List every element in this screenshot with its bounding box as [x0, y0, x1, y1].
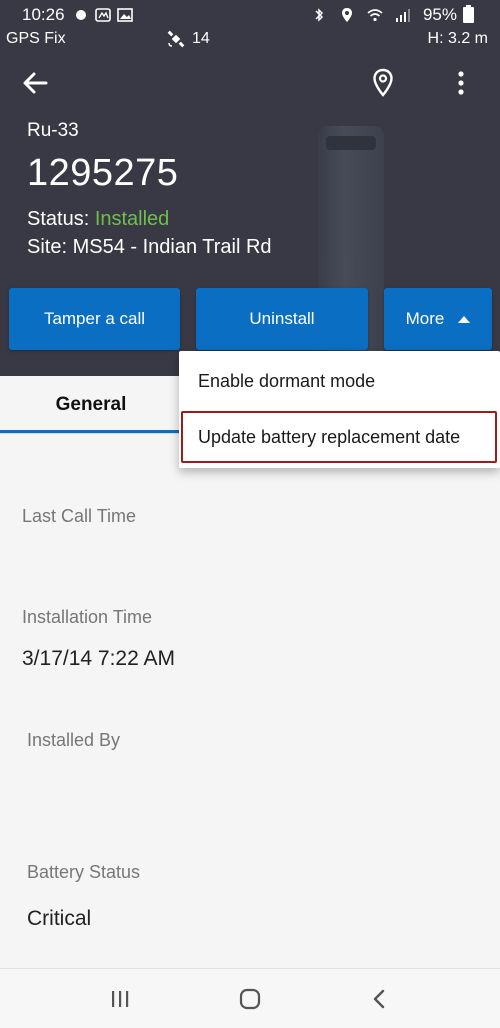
gps-fix-label: GPS Fix — [6, 30, 66, 47]
installation-time-value: 3/17/14 7:22 AM — [22, 647, 175, 670]
system-status-bar: 10:26 95% — [22, 4, 474, 26]
tamper-call-button[interactable]: Tamper a call — [9, 288, 180, 350]
tamper-call-label: Tamper a call — [43, 309, 146, 328]
menu-item-enable-dormant-mode[interactable]: Enable dormant mode — [179, 355, 500, 407]
recent-apps-icon[interactable] — [106, 985, 134, 1013]
battery-status-label: Battery Status — [27, 862, 141, 882]
menu-item-label: Enable dormant mode — [198, 370, 376, 391]
satellite-icon — [167, 30, 185, 48]
status-value: Installed — [94, 208, 170, 230]
map-pin-icon[interactable] — [370, 68, 396, 98]
clock: 10:26 — [22, 5, 65, 24]
satellite-count: 14 — [166, 29, 210, 49]
tab-general[interactable]: General — [0, 376, 182, 434]
gps-height: H: 3.2 m — [427, 30, 488, 47]
caret-up-icon — [458, 315, 471, 323]
uninstall-button[interactable]: Uninstall — [196, 288, 368, 350]
last-call-time-label: Last Call Time — [22, 506, 137, 526]
more-label: More — [405, 309, 445, 328]
more-dropdown-menu: Enable dormant mode Update battery repla… — [179, 351, 500, 468]
more-button[interactable]: More — [384, 288, 492, 350]
app-notification-icon — [94, 8, 111, 22]
signal-icon — [395, 9, 410, 22]
menu-item-update-battery-date[interactable]: Update battery replacement date — [179, 411, 500, 463]
satellite-count-value: 14 — [192, 30, 210, 47]
installed-by-label: Installed By — [27, 730, 121, 750]
location-icon — [341, 8, 352, 22]
notification-icon — [75, 10, 86, 20]
selection-highlight — [181, 411, 497, 463]
installation-time-label: Installation Time — [22, 607, 153, 627]
bluetooth-icon — [315, 8, 324, 22]
more-vert-icon[interactable] — [446, 68, 476, 98]
device-site: Site: MS54 - Indian Trail Rd — [27, 236, 272, 258]
home-icon[interactable] — [236, 985, 264, 1013]
status-icons-right: 95% — [311, 5, 474, 25]
status-label: Status: — [27, 208, 95, 230]
device-status: Status: Installed — [27, 208, 169, 231]
wifi-icon — [367, 9, 383, 22]
gps-info-bar: GPS Fix 14 H: 3.2 m — [6, 28, 488, 50]
battery-status-value: Critical — [27, 907, 92, 930]
battery-icon — [463, 5, 474, 23]
arrow-left-icon[interactable] — [20, 68, 50, 98]
back-nav-icon[interactable] — [366, 985, 394, 1013]
system-nav-bar — [0, 968, 500, 1028]
uninstall-label: Uninstall — [249, 309, 315, 328]
device-header: 10:26 95% GPS Fix 14 H: 3.2 m Ru-33 1295… — [0, 0, 500, 376]
device-serial: 1295275 — [27, 152, 179, 194]
image-icon — [116, 8, 133, 22]
tab-general-label: General — [55, 394, 127, 415]
device-model: Ru-33 — [27, 120, 79, 141]
battery-percent: 95% — [422, 5, 457, 24]
